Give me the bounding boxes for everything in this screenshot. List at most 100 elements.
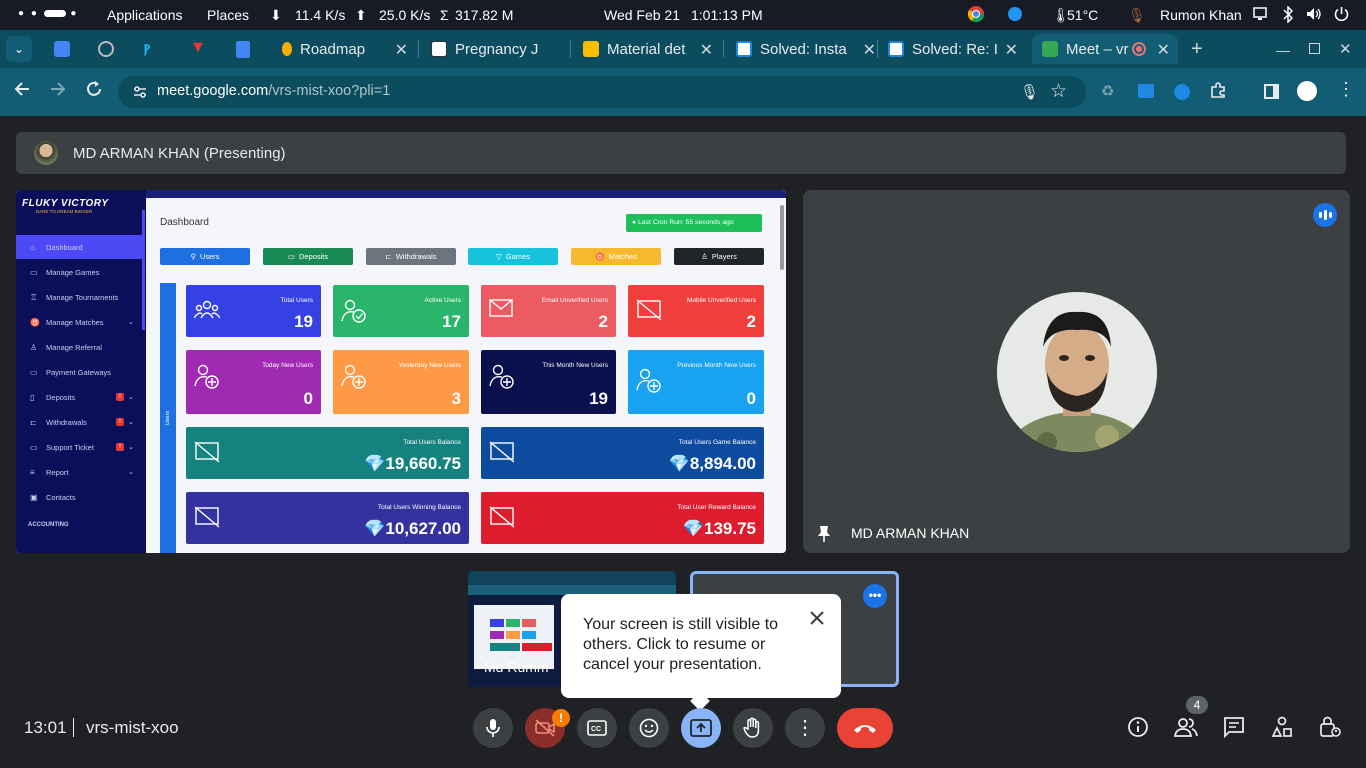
total-users-balance-card[interactable]: Total Users Balance 💎19,660.75 (186, 427, 469, 479)
participant-tile[interactable]: MD ARMAN KHAN (803, 190, 1350, 553)
sidebar-item-dashboard[interactable]: ⌂ Dashboard (16, 235, 142, 259)
voice-search-icon[interactable]: 🎙 (1020, 83, 1039, 101)
profile-avatar[interactable] (1297, 81, 1317, 101)
captions-button[interactable]: CC (577, 708, 617, 748)
pinned-tab-docs[interactable] (236, 41, 250, 58)
microphone-tray-icon[interactable]: 🎙 (1128, 7, 1146, 24)
tab-meet[interactable]: Meet – vr ✕ (1032, 34, 1178, 64)
bluetooth-icon[interactable] (1282, 5, 1294, 26)
close-icon[interactable]: ✕ (1157, 40, 1170, 60)
this-month-new-users-card[interactable]: This Month New Users 19 (481, 350, 616, 414)
activities-icon[interactable] (1271, 716, 1293, 743)
tab-roadmap[interactable]: Roadmap ✕ (282, 34, 408, 64)
user-plus-icon (194, 364, 220, 395)
sidebar-item-support-ticket[interactable]: ▭ Support Ticket! ⌄ (16, 435, 142, 459)
today-new-users-card[interactable]: Today New Users 0 (186, 350, 321, 414)
tab-pregnancy[interactable]: Pregnancy J (431, 34, 559, 64)
extensions-puzzle-icon[interactable] (1209, 81, 1227, 104)
reload-icon[interactable] (85, 80, 103, 103)
app-tray-icon[interactable] (1008, 7, 1022, 24)
close-icon[interactable]: ✕ (395, 40, 408, 60)
host-controls-icon[interactable] (1319, 716, 1341, 743)
total-winning-balance-card[interactable]: Total Users Winning Balance 💎10,627.00 (186, 492, 469, 544)
window-close-icon[interactable]: ✕ (1339, 40, 1352, 58)
microphone-button[interactable] (473, 708, 513, 748)
close-icon[interactable]: ✕ (1005, 40, 1018, 60)
back-arrow-icon[interactable] (13, 80, 31, 103)
pinned-tab-translate[interactable] (54, 41, 70, 57)
people-icon[interactable] (1173, 716, 1198, 743)
chat-icon[interactable] (1223, 716, 1245, 743)
mobile-unverified-card[interactable]: Mobile Unverified Users 2 (628, 285, 764, 337)
tab-solved-1[interactable]: Solved: Insta ✕ (736, 34, 876, 64)
side-panel-icon[interactable] (1264, 84, 1279, 99)
applications-menu[interactable]: Applications (107, 7, 183, 23)
sidebar-item-manage-games[interactable]: ▭ Manage Games (16, 260, 142, 284)
total-reward-balance-card[interactable]: Total User Reward Balance 💎139.75 (481, 492, 764, 544)
total-game-balance-card[interactable]: Total Users Game Balance 💎8,894.00 (481, 427, 764, 479)
tab-search-button[interactable]: ⌄ (6, 36, 32, 62)
sidebar-item-contacts[interactable]: ▣ Contacts (16, 485, 142, 509)
maximize-icon[interactable] (1309, 43, 1320, 54)
browser-menu-icon[interactable]: ⋮ (1337, 80, 1355, 98)
close-icon[interactable]: ✕ (700, 40, 713, 60)
new-tab-button[interactable]: + (1191, 38, 1203, 61)
date-display[interactable]: Wed Feb 21 (604, 7, 680, 23)
extension-shazam-icon[interactable] (1174, 84, 1190, 100)
pin-icon[interactable] (817, 525, 831, 548)
tab-solved-2[interactable]: Solved: Re: I ✕ (888, 34, 1018, 64)
user-name[interactable]: Rumon Khan (1160, 7, 1242, 23)
players-quick-button[interactable]: ♙ Players (674, 248, 764, 265)
sidebar-item-payment-gateways[interactable]: ▭ Payment Gateways (16, 360, 142, 384)
sidebar-item-withdrawals[interactable]: ⊏ Withdrawals! ⌄ (16, 410, 142, 434)
power-icon[interactable] (1334, 6, 1349, 24)
shared-screen[interactable]: FLUKY VICTORY DARE TO DREAM BIGGER ⌂ Dash… (16, 190, 786, 553)
more-options-icon[interactable]: ••• (863, 584, 887, 608)
withdrawals-quick-button[interactable]: ⊏ Withdrawals (366, 248, 456, 265)
main-scrollbar[interactable] (780, 205, 784, 270)
pinned-tab-circle[interactable] (98, 41, 114, 57)
deposits-quick-button[interactable]: ▭ Deposits (263, 248, 353, 265)
more-options-button[interactable]: ⋮ (785, 708, 825, 748)
sidebar-scrollbar[interactable] (142, 210, 145, 330)
raise-hand-button[interactable] (733, 708, 773, 748)
leave-call-button[interactable] (837, 708, 893, 748)
presentation-tooltip[interactable]: Your screen is still visible to others. … (561, 594, 841, 711)
sidebar-item-deposits[interactable]: ▯ Deposits! ⌄ (16, 385, 142, 409)
volume-icon[interactable] (1306, 6, 1322, 25)
time-display[interactable]: 1:01:13 PM (691, 7, 763, 23)
matches-quick-button[interactable]: ♉ Matches (571, 248, 661, 265)
diamond-icon: 💎 (364, 454, 386, 473)
yesterday-new-users-card[interactable]: Yesterday New Users 3 (333, 350, 469, 414)
sidebar-item-manage-matches[interactable]: ♉ Manage Matches ⌄ (16, 310, 142, 334)
url-text[interactable]: meet.google.com/vrs-mist-xoo?pli=1 (157, 83, 390, 99)
active-users-card[interactable]: Active Users 17 (333, 285, 469, 337)
display-icon[interactable] (1253, 7, 1267, 23)
games-quick-button[interactable]: ▽ Games (468, 248, 558, 265)
previous-month-new-users-card[interactable]: Previous Month New Users 0 (628, 350, 764, 414)
workspace-indicator[interactable]: ● ● ● (18, 8, 78, 19)
email-unverified-card[interactable]: Email Unverified Users 2 (481, 285, 616, 337)
total-users-card[interactable]: Total Users 19 (186, 285, 321, 337)
minimize-icon[interactable]: — (1276, 42, 1290, 58)
chrome-tray-icon[interactable] (967, 6, 985, 25)
meeting-info-icon[interactable] (1127, 716, 1149, 743)
sidebar-item-manage-tournaments[interactable]: ♖ Manage Tournaments (16, 285, 142, 309)
site-info-icon[interactable] (132, 84, 148, 105)
forward-arrow-icon[interactable] (49, 80, 67, 103)
reactions-button[interactable] (629, 708, 669, 748)
bookmark-star-icon[interactable]: ☆ (1050, 80, 1067, 103)
places-menu[interactable]: Places (207, 7, 249, 23)
extension-recycle-icon[interactable]: ♻ (1101, 82, 1114, 100)
pinned-tab-v[interactable]: ▼ (190, 39, 206, 57)
present-screen-button[interactable] (681, 708, 721, 748)
close-icon[interactable]: ✕ (863, 40, 876, 60)
sidebar-item-report[interactable]: ≡ Report ⌄ (16, 460, 142, 484)
pinned-tab-p[interactable]: ⲣ (144, 39, 150, 57)
extension-drive-icon[interactable] (1138, 84, 1154, 98)
sidebar-item-manage-referral[interactable]: ♙ Manage Referral (16, 335, 142, 359)
users-quick-button[interactable]: ⚲ Users (160, 248, 250, 265)
tab-material[interactable]: Material det ✕ (583, 34, 713, 64)
tooltip-close-icon[interactable] (809, 610, 825, 632)
address-bar[interactable]: meet.google.com/vrs-mist-xoo?pli=1 🎙 ☆ (118, 76, 1086, 108)
